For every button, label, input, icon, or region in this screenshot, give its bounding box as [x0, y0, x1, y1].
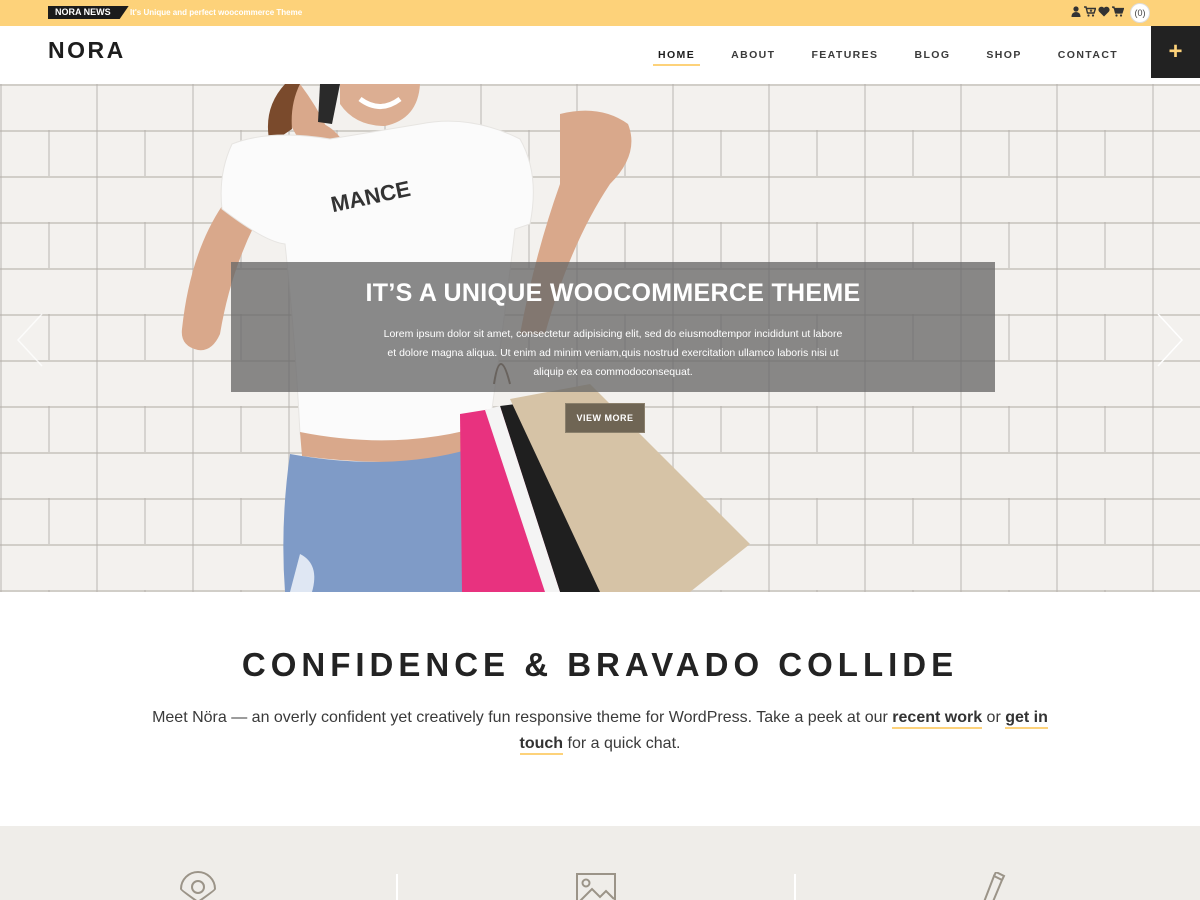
- hero-caption-box: IT’S A UNIQUE WOOCOMMERCE THEME Lorem ip…: [231, 262, 995, 392]
- nav-item-shop[interactable]: SHOP: [968, 26, 1039, 84]
- nav-item-features[interactable]: FEATURES: [793, 26, 896, 84]
- recent-work-link[interactable]: recent work: [892, 709, 983, 729]
- intro-text-mid: or: [982, 709, 1006, 726]
- feature-divider: [396, 874, 398, 900]
- main-nav: HOME ABOUT FEATURES BLOG SHOP CONTACT: [640, 26, 1136, 84]
- intro-text-before: Meet Nöra — an overly confident yet crea…: [152, 709, 893, 726]
- cart-plus-icon[interactable]: [1084, 6, 1097, 20]
- heart-icon[interactable]: [1098, 6, 1110, 20]
- hero-slider: MANCE IT’S A UNIQUE WOOCOMMERCE THEME Lo…: [0, 84, 1200, 592]
- menu-plus-button[interactable]: +: [1151, 26, 1200, 78]
- hero-description: Lorem ipsum dolor sit amet, consectetur …: [383, 328, 843, 378]
- location-pin-icon: [177, 870, 219, 900]
- image-icon: [576, 873, 618, 900]
- cart-icon[interactable]: [1111, 6, 1125, 20]
- user-icon[interactable]: [1070, 6, 1081, 20]
- nav-item-home[interactable]: HOME: [640, 26, 713, 84]
- nav-item-contact[interactable]: CONTACT: [1040, 26, 1136, 84]
- features-section: [0, 826, 1200, 900]
- slider-prev-arrow-icon[interactable]: [12, 312, 48, 368]
- news-ticker-text[interactable]: It's Unique and perfect woocommerce Them…: [130, 7, 302, 18]
- intro-text-after: for a quick chat.: [563, 735, 681, 752]
- intro-paragraph: Meet Nöra — an overly confident yet crea…: [150, 705, 1050, 757]
- hero-title: IT’S A UNIQUE WOOCOMMERCE THEME: [365, 279, 861, 307]
- nav-item-blog[interactable]: BLOG: [896, 26, 968, 84]
- cart-count-badge[interactable]: (0): [1130, 3, 1150, 23]
- top-bar: NORA NEWS It's Unique and perfect woocom…: [0, 0, 1200, 26]
- view-more-button[interactable]: VIEW MORE: [565, 403, 645, 433]
- site-logo[interactable]: NORA: [48, 37, 126, 64]
- intro-heading: CONFIDENCE & BRAVADO COLLIDE: [241, 646, 959, 683]
- news-tag: NORA NEWS: [48, 6, 129, 19]
- feature-divider: [794, 874, 796, 900]
- nav-item-about[interactable]: ABOUT: [713, 26, 793, 84]
- slider-next-arrow-icon[interactable]: [1152, 312, 1188, 368]
- pencil-icon: [974, 870, 1006, 900]
- site-header: NORA HOME ABOUT FEATURES BLOG SHOP CONTA…: [0, 26, 1200, 84]
- top-icons: (0): [1070, 3, 1150, 23]
